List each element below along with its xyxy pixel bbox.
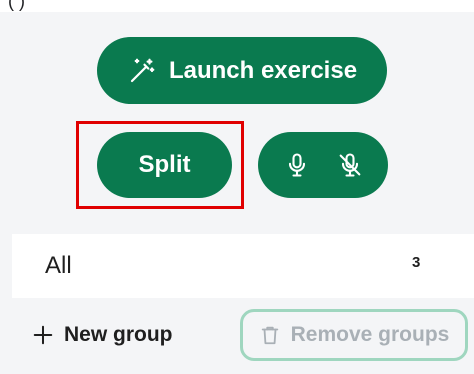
group-name-all: All	[45, 252, 72, 279]
new-group-button[interactable]: New group	[32, 320, 173, 350]
group-member-count: 3	[412, 254, 421, 271]
exercise-control-panel: ( ) Launch exercise Split All 3 New grou…	[0, 0, 474, 374]
remove-groups-label: Remove groups	[290, 323, 450, 346]
launch-exercise-label: Launch exercise	[168, 56, 358, 84]
split-button[interactable]: Split	[97, 132, 232, 198]
launch-exercise-button[interactable]: Launch exercise	[97, 37, 387, 104]
microphone-icon[interactable]	[283, 151, 311, 179]
microphone-toggle-group	[258, 132, 388, 198]
remove-groups-button[interactable]: Remove groups	[240, 309, 468, 361]
trash-icon	[259, 324, 281, 346]
magic-wand-icon	[127, 56, 157, 86]
new-group-label: New group	[64, 323, 173, 346]
plus-icon	[32, 324, 54, 346]
microphone-off-icon[interactable]	[336, 151, 364, 179]
top-strip: ( )	[0, 0, 474, 12]
cropped-header-text: ( )	[8, 0, 25, 11]
group-list-item[interactable]: All 3	[12, 234, 474, 298]
split-label: Split	[138, 151, 191, 178]
